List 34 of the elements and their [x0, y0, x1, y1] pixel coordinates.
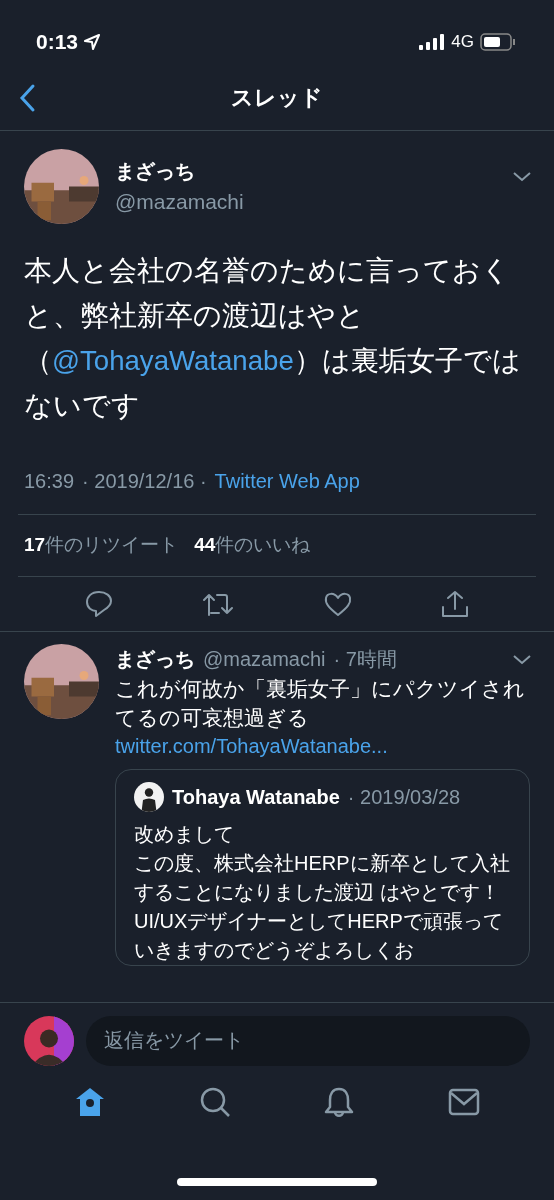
reply-text: これが何故か「裏垢女子」にパクツイされてるの可哀想過ぎる [115, 675, 526, 731]
author-name: まざっち [115, 158, 196, 184]
quoted-tweet-text: この度、株式会社HERPに新卒として入社することになりました渡辺 はやとです！UI/UXデザイナーとしてHERPで頑張っていきますのでどうぞよろしくお [134, 850, 511, 963]
tweet-date: · 2019/12/16 · [82, 469, 207, 494]
back-button[interactable] [18, 83, 36, 113]
quoted-tweet-date: · 2019/03/28 [347, 784, 461, 810]
quoted-author-name: Tohaya Watanabe [172, 784, 340, 810]
signal-icon [419, 33, 446, 50]
author-name: まざっち [115, 646, 195, 672]
author-handle: @mazamachi [203, 646, 326, 672]
tweet-time: 16:39 [24, 469, 75, 494]
page-title: スレッド [231, 84, 323, 112]
notifications-tab[interactable] [323, 1086, 356, 1118]
network-label: 4G [451, 30, 474, 53]
mention-link[interactable]: @TohayaWatanabe [52, 345, 294, 376]
chevron-down-icon[interactable] [512, 653, 532, 666]
chevron-down-icon[interactable] [512, 171, 532, 183]
source-link[interactable]: Twitter Web App [214, 466, 360, 496]
retweet-count[interactable]: 17件のリツイート [24, 531, 179, 560]
location-arrow-icon [84, 33, 101, 50]
tweet-time: · 7時間 [333, 646, 397, 672]
quoted-tweet-card[interactable]: Tohaya Watanabe · 2019/03/28 改めまして この度、株式会社HERPに新卒として入社することになりました渡辺 はやとです！UI/UXデザイナーとしてHERPで頑張っていきますのでどうぞよろしくお [115, 768, 530, 966]
share-icon[interactable] [440, 588, 471, 619]
tweet-link[interactable]: twitter.com/TohayaWatanabe... [115, 731, 388, 761]
author-handle: @mazamachi [115, 188, 244, 215]
like-count[interactable]: 44件のいいね [194, 531, 311, 560]
search-tab[interactable] [198, 1086, 231, 1118]
reply-icon[interactable] [83, 588, 114, 619]
messages-tab[interactable] [447, 1086, 480, 1118]
clock-time: 0:13 [36, 28, 79, 55]
tweet-text: 本人と会社の名誉のために言っておくと、弊社新卒の渡辺はやと（@TohayaWatanabe）は裏垢女子ではないです [23, 254, 522, 423]
battery-icon [480, 32, 516, 51]
reply-input[interactable]: 返信をツイート [86, 1015, 530, 1066]
quoted-tweet-text: 改めまして [134, 821, 235, 847]
